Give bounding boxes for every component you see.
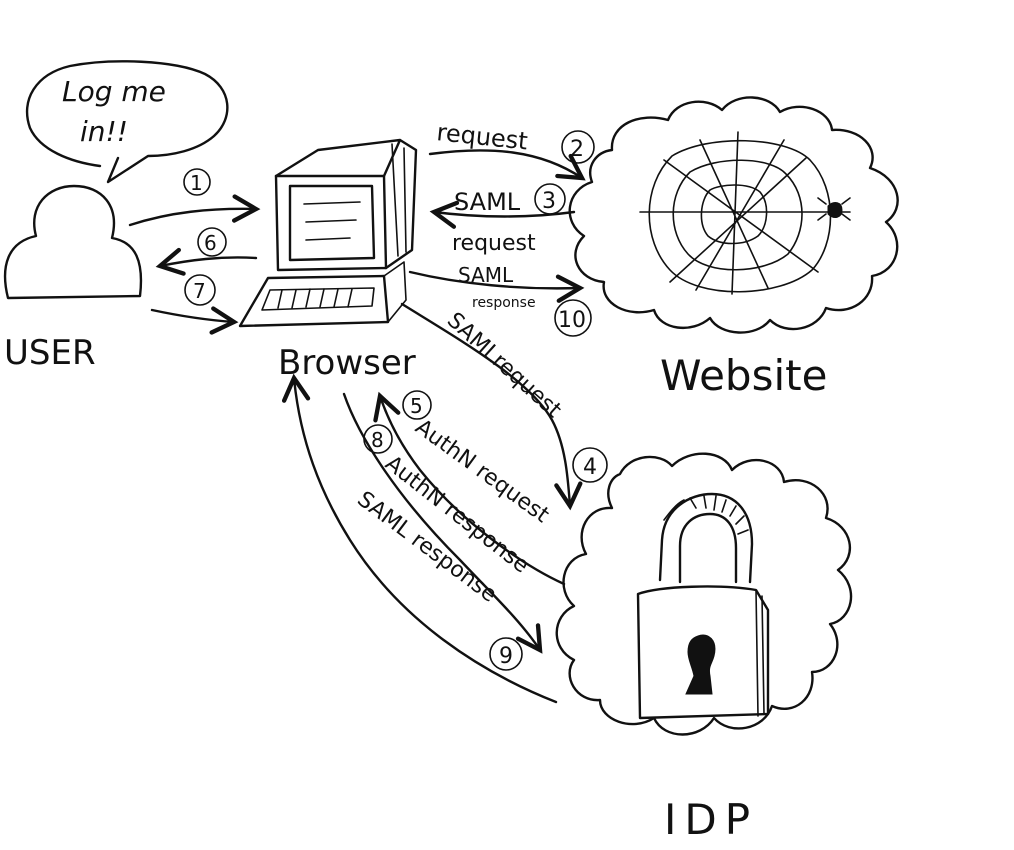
browser-label: Browser (278, 343, 416, 383)
step-5-badge: 5 (410, 394, 423, 418)
browser-website-flows: request 2 SAML 3 request SAML response 1… (408, 118, 595, 337)
idp-node: IDP (555, 452, 853, 844)
authn-request-label: AuthN request (410, 415, 553, 529)
step-9-badge: 9 (499, 644, 513, 669)
step-2-badge: 2 (570, 137, 584, 162)
user-label: USER (4, 333, 96, 373)
step-3-badge: 3 (542, 189, 556, 214)
speech-line-1: Log me (62, 75, 166, 108)
saml-response-top: SAML (458, 263, 514, 287)
saml-flow-diagram: Log me in!! USER 1 6 7 Browser Website r… (3, 60, 899, 844)
speech-line-2: in!! (80, 115, 128, 148)
person-icon (3, 184, 143, 300)
step-1-badge: 1 (190, 171, 203, 195)
saml-request-top: SAML (454, 188, 521, 216)
step-10-badge: 10 (558, 308, 586, 333)
website-node: Website (568, 96, 899, 400)
saml-response-bottom: response (472, 295, 536, 311)
spider-web-icon (639, 131, 851, 295)
website-label: Website (660, 351, 827, 400)
step-8-badge: 8 (371, 428, 384, 452)
step-6-badge: 6 (204, 231, 217, 255)
user-browser-flows: 1 6 7 (128, 168, 261, 335)
user-node: Log me in!! USER (3, 60, 229, 373)
browser-node: Browser (238, 138, 418, 383)
saml-request-bottom: request (452, 231, 536, 256)
request-label: request (435, 118, 529, 155)
saml-request-idp-label: SAMLrequest (442, 308, 566, 423)
step-4-badge: 4 (583, 455, 597, 480)
idp-label: IDP (664, 795, 758, 844)
computer-icon (238, 138, 418, 328)
padlock-icon (636, 492, 770, 720)
step-7-badge: 7 (193, 279, 206, 303)
